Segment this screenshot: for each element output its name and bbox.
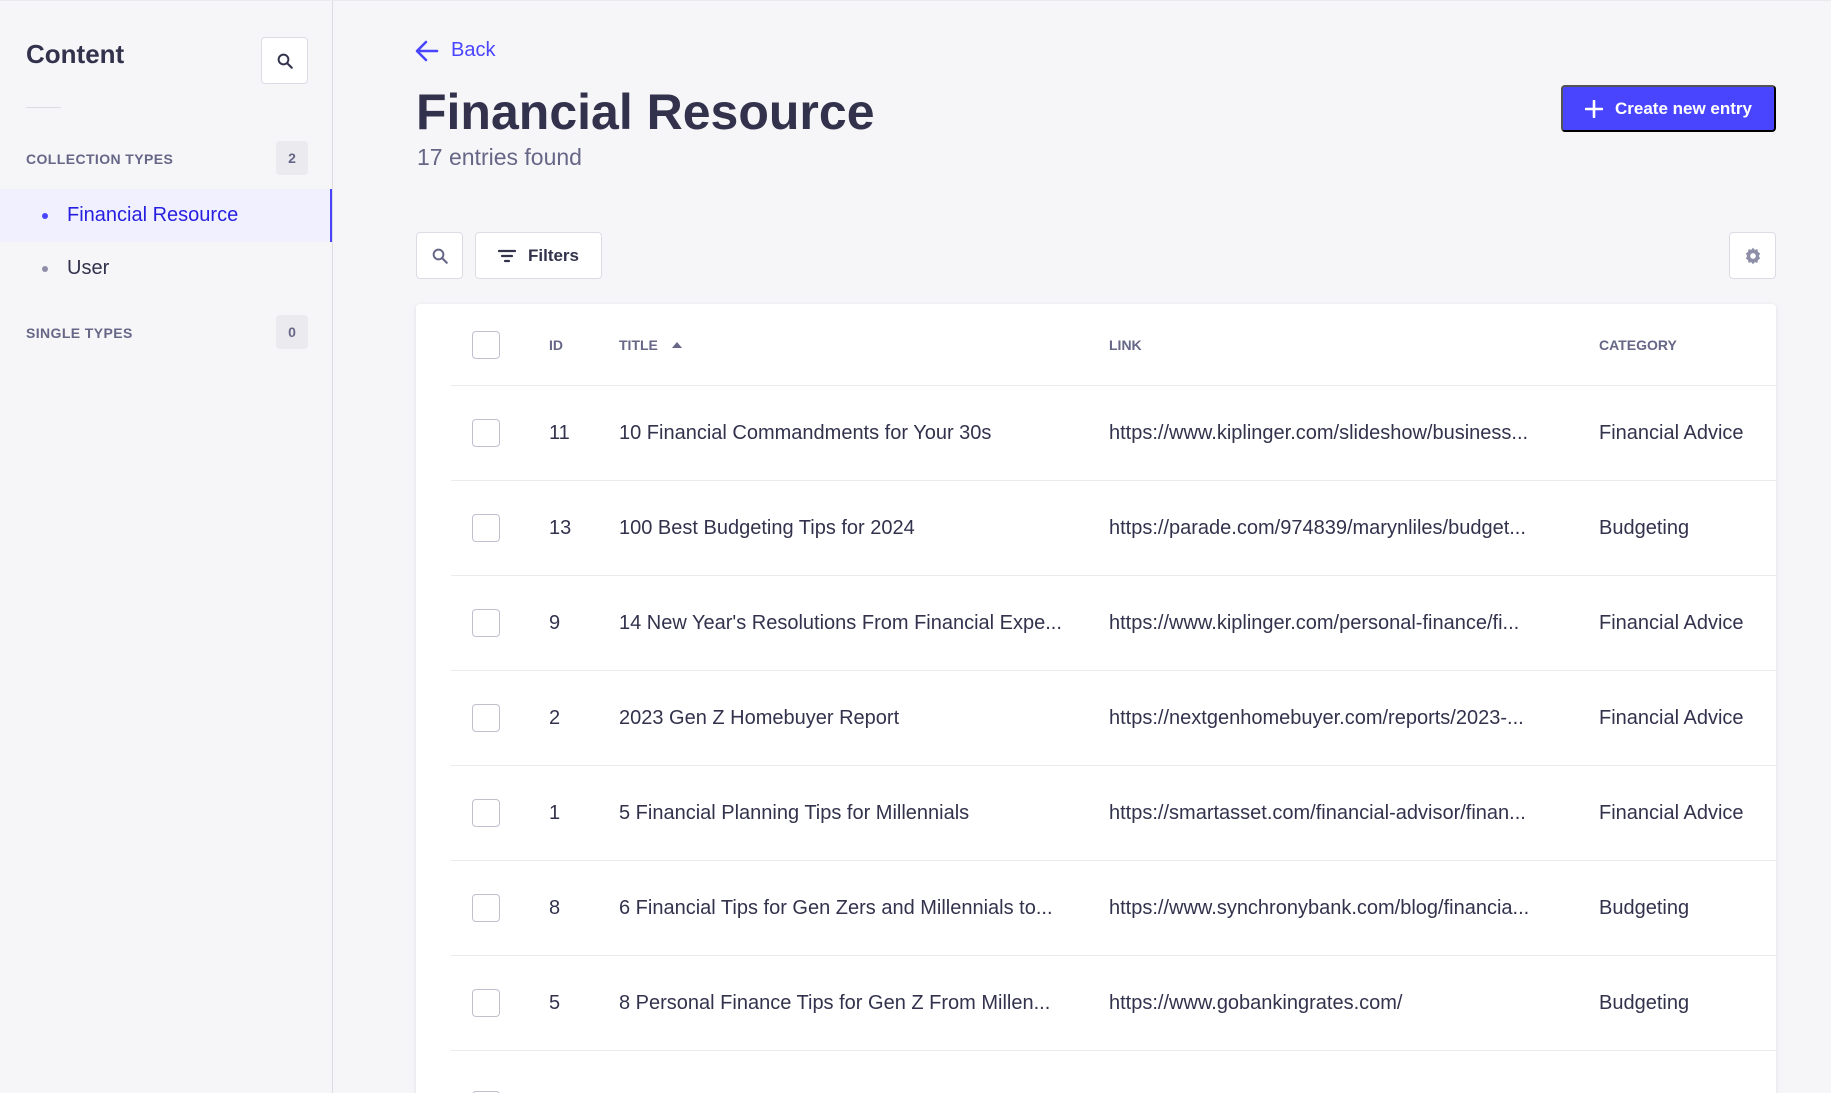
table-row[interactable]: 5 8 Personal Finance Tips for Gen Z From…	[451, 956, 1776, 1051]
sidebar-title: Content	[26, 39, 125, 69]
row-checkbox[interactable]	[472, 894, 500, 922]
column-header-link[interactable]: Link	[1109, 304, 1142, 385]
cell-category: Financial Advice	[1599, 706, 1744, 729]
filters-button[interactable]: Filters	[475, 232, 602, 279]
table-row[interactable]: 8 6 Financial Tips for Gen Zers and Mill…	[451, 861, 1776, 956]
cell-id: 5	[549, 991, 561, 1014]
cell-title: 8 Personal Finance Tips for Gen Z From M…	[619, 991, 1051, 1014]
bullet-dot	[42, 212, 48, 219]
cell-id: 9	[549, 611, 561, 634]
sidebar-item-financial-resource[interactable]: Financial Resource	[0, 189, 332, 242]
row-checkbox[interactable]	[472, 704, 500, 732]
cell-title: 14 New Year's Resolutions From Financial…	[619, 611, 1062, 634]
back-label: Back	[451, 39, 496, 61]
sort-ascending-icon	[671, 341, 682, 348]
row-checkbox[interactable]	[472, 419, 500, 447]
table-row-partial[interactable]	[451, 1051, 1776, 1093]
collection-types-count-badge: 2	[276, 141, 308, 175]
cell-link: https://www.gobankingrates.com/	[1109, 991, 1403, 1014]
row-checkbox[interactable]	[472, 514, 500, 542]
content-sidebar: Content Collection types 2 Financial Res…	[0, 1, 333, 1093]
create-new-entry-button[interactable]: Create new entry	[1561, 85, 1776, 132]
cell-link: https://www.synchronybank.com/blog/finan…	[1109, 896, 1530, 919]
column-header-label: Category	[1599, 336, 1677, 353]
sidebar-item-label: User	[67, 257, 110, 279]
cell-category: Budgeting	[1599, 516, 1690, 539]
cell-title: 2023 Gen Z Homebuyer Report	[619, 706, 900, 729]
plus-icon	[1585, 99, 1603, 118]
cell-category: Financial Advice	[1599, 421, 1744, 444]
search-icon	[277, 53, 293, 69]
select-all-checkbox[interactable]	[472, 330, 500, 359]
filter-icon	[497, 249, 516, 262]
column-header-label: Link	[1109, 336, 1142, 353]
entries-table: ID Title Link Category St 11 10 Financia…	[416, 304, 1776, 1093]
cell-category: Budgeting	[1599, 896, 1690, 919]
cell-link: https://www.kiplinger.com/personal-finan…	[1109, 611, 1520, 634]
gear-icon	[1745, 247, 1760, 264]
table-row[interactable]: 1 5 Financial Planning Tips for Millenni…	[451, 766, 1776, 861]
column-header-category[interactable]: Category	[1599, 304, 1677, 385]
arrow-left-icon	[415, 40, 439, 61]
cell-title: 6 Financial Tips for Gen Zers and Millen…	[619, 896, 1053, 919]
table-row[interactable]: 11 10 Financial Commandments for Your 30…	[451, 386, 1776, 481]
filters-label: Filters	[527, 245, 580, 265]
column-header-id[interactable]: ID	[549, 304, 563, 385]
cell-link: https://parade.com/974839/marynliles/bud…	[1109, 516, 1526, 539]
table-row[interactable]: 13 100 Best Budgeting Tips for 2024 http…	[451, 481, 1776, 576]
sidebar-item-user[interactable]: User	[0, 242, 332, 295]
cell-link: https://nextgenhomebuyer.com/reports/202…	[1109, 706, 1524, 729]
cell-id: 11	[549, 421, 570, 444]
single-types-heading: Single types	[26, 325, 133, 341]
app-window: Content Collection types 2 Financial Res…	[0, 0, 1831, 1093]
select-all-cell	[472, 304, 500, 385]
search-icon	[432, 248, 448, 264]
sidebar-item-label: Financial Resource	[67, 204, 239, 226]
table-search-button[interactable]	[416, 232, 463, 279]
collection-types-heading: Collection types	[26, 151, 174, 167]
cell-title: 5 Financial Planning Tips for Millennial…	[619, 801, 970, 824]
cell-id: 2	[549, 706, 561, 729]
bullet-dot	[42, 265, 48, 272]
sidebar-divider	[26, 107, 61, 108]
cell-category: Financial Advice	[1599, 611, 1744, 634]
back-link[interactable]: Back	[415, 39, 495, 62]
cell-id: 1	[549, 801, 561, 824]
view-settings-button[interactable]	[1729, 232, 1776, 279]
table-row[interactable]: 9 14 New Year's Resolutions From Financi…	[451, 576, 1776, 671]
cell-id: 8	[549, 896, 561, 919]
entries-count: 17 entries found	[417, 144, 582, 170]
row-checkbox[interactable]	[472, 609, 500, 637]
cell-title: 100 Best Budgeting Tips for 2024	[619, 516, 915, 539]
create-new-entry-label: Create new entry	[1615, 98, 1752, 118]
page-title: Financial Resource	[416, 84, 875, 140]
sidebar-search-button[interactable]	[261, 37, 308, 84]
table-header-row: ID Title Link Category St	[451, 304, 1776, 386]
cell-category: Financial Advice	[1599, 801, 1744, 824]
cell-id: 13	[549, 516, 572, 539]
cell-link: https://www.kiplinger.com/slideshow/busi…	[1109, 421, 1529, 444]
single-types-count-badge: 0	[276, 315, 308, 349]
cell-link: https://smartasset.com/financial-advisor…	[1109, 801, 1526, 824]
row-checkbox[interactable]	[472, 989, 500, 1017]
cell-title: 10 Financial Commandments for Your 30s	[619, 421, 992, 444]
cell-category: Budgeting	[1599, 991, 1690, 1014]
column-header-title[interactable]: Title	[619, 304, 682, 385]
column-header-label: ID	[549, 336, 563, 353]
row-checkbox[interactable]	[472, 799, 500, 827]
column-header-label: Title	[619, 336, 658, 353]
table-row[interactable]: 2 2023 Gen Z Homebuyer Report https://ne…	[451, 671, 1776, 766]
